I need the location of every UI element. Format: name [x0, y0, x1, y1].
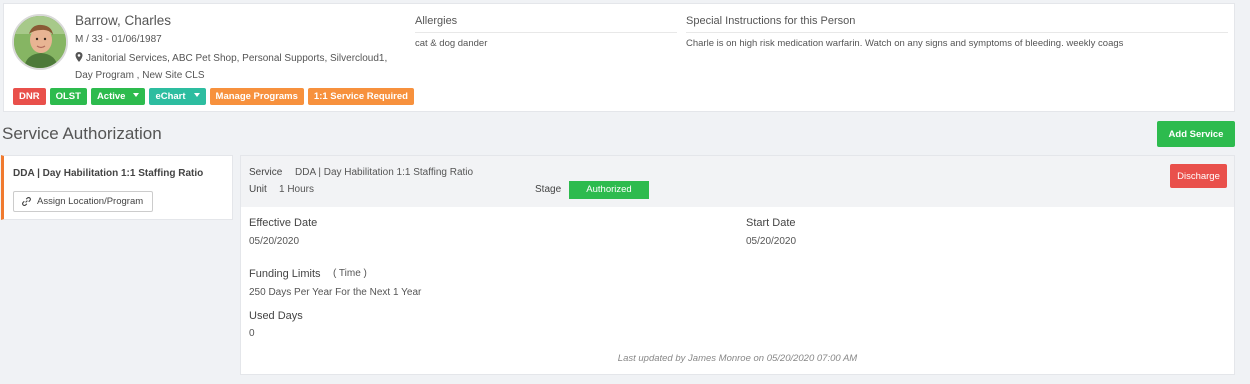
stage-badge: Authorized	[569, 181, 649, 199]
unit-label: Unit	[249, 184, 267, 195]
funding-limits-type: ( Time )	[333, 268, 367, 279]
programs-text: Janitorial Services, ABC Pet Shop, Perso…	[75, 53, 388, 81]
manage-programs-button[interactable]: Manage Programs	[209, 88, 304, 105]
person-name[interactable]: Barrow, Charles	[75, 13, 171, 28]
person-demographics: M / 33 - 01/06/1987	[75, 34, 162, 45]
chevron-down-icon	[133, 93, 140, 97]
last-updated-note: Last updated by James Monroe on 05/20/20…	[617, 353, 858, 364]
start-date-value: 05/20/2020	[746, 236, 797, 247]
service-label: Service	[249, 167, 283, 178]
allergies-text: cat & dog dander	[415, 38, 488, 49]
echart-label: eChart	[155, 91, 186, 102]
unit-value: 1 Hours	[279, 184, 315, 195]
service-list-item-title: DDA | Day Habilitation 1:1 Staffing Rati…	[13, 168, 204, 179]
echart-dropdown[interactable]: eChart	[149, 88, 206, 105]
service-detail-panel: Service DDA | Day Habilitation 1:1 Staff…	[240, 155, 1235, 375]
dnr-badge[interactable]: DNR	[13, 88, 46, 105]
status-badges: DNR OLST Active eChart Manage Programs 1…	[13, 88, 414, 105]
start-date-label: Start Date	[746, 217, 796, 229]
service-detail-header: Service DDA | Day Habilitation 1:1 Staff…	[241, 156, 1234, 207]
effective-date-value: 05/20/2020	[249, 236, 300, 247]
chevron-down-icon	[193, 93, 200, 97]
link-icon	[22, 197, 31, 206]
assign-location-label: Assign Location/Program	[37, 196, 144, 207]
avatar[interactable]	[12, 14, 68, 70]
olst-badge[interactable]: OLST	[49, 88, 87, 105]
service-list-item[interactable]: DDA | Day Habilitation 1:1 Staffing Rati…	[1, 155, 233, 220]
service-value: DDA | Day Habilitation 1:1 Staffing Rati…	[295, 167, 474, 178]
person-photo-icon	[14, 16, 66, 68]
page-title: Service Authorization	[2, 124, 162, 143]
funding-limits-label: Funding Limits	[249, 268, 321, 280]
used-days-label: Used Days	[249, 310, 303, 322]
special-instructions-heading: Special Instructions for this Person	[686, 15, 1228, 33]
status-dropdown[interactable]: Active	[90, 88, 146, 105]
assign-location-button[interactable]: Assign Location/Program	[13, 191, 154, 212]
special-instructions-text: Charle is on high risk medication warfar…	[686, 38, 1124, 49]
used-days-value: 0	[249, 328, 255, 339]
add-service-button[interactable]: Add Service	[1157, 121, 1235, 147]
effective-date-label: Effective Date	[249, 217, 318, 229]
service-required-badge[interactable]: 1:1 Service Required	[307, 88, 414, 105]
allergies-heading: Allergies	[415, 15, 677, 33]
map-pin-icon	[75, 52, 83, 62]
discharge-button[interactable]: Discharge	[1170, 164, 1227, 188]
stage-label: Stage	[535, 184, 562, 195]
person-programs: Janitorial Services, ABC Pet Shop, Perso…	[75, 50, 405, 84]
funding-limits-value: 250 Days Per Year For the Next 1 Year	[249, 287, 422, 298]
status-label: Active	[96, 91, 126, 102]
person-header-card: Barrow, Charles M / 33 - 01/06/1987 Jani…	[3, 3, 1235, 112]
